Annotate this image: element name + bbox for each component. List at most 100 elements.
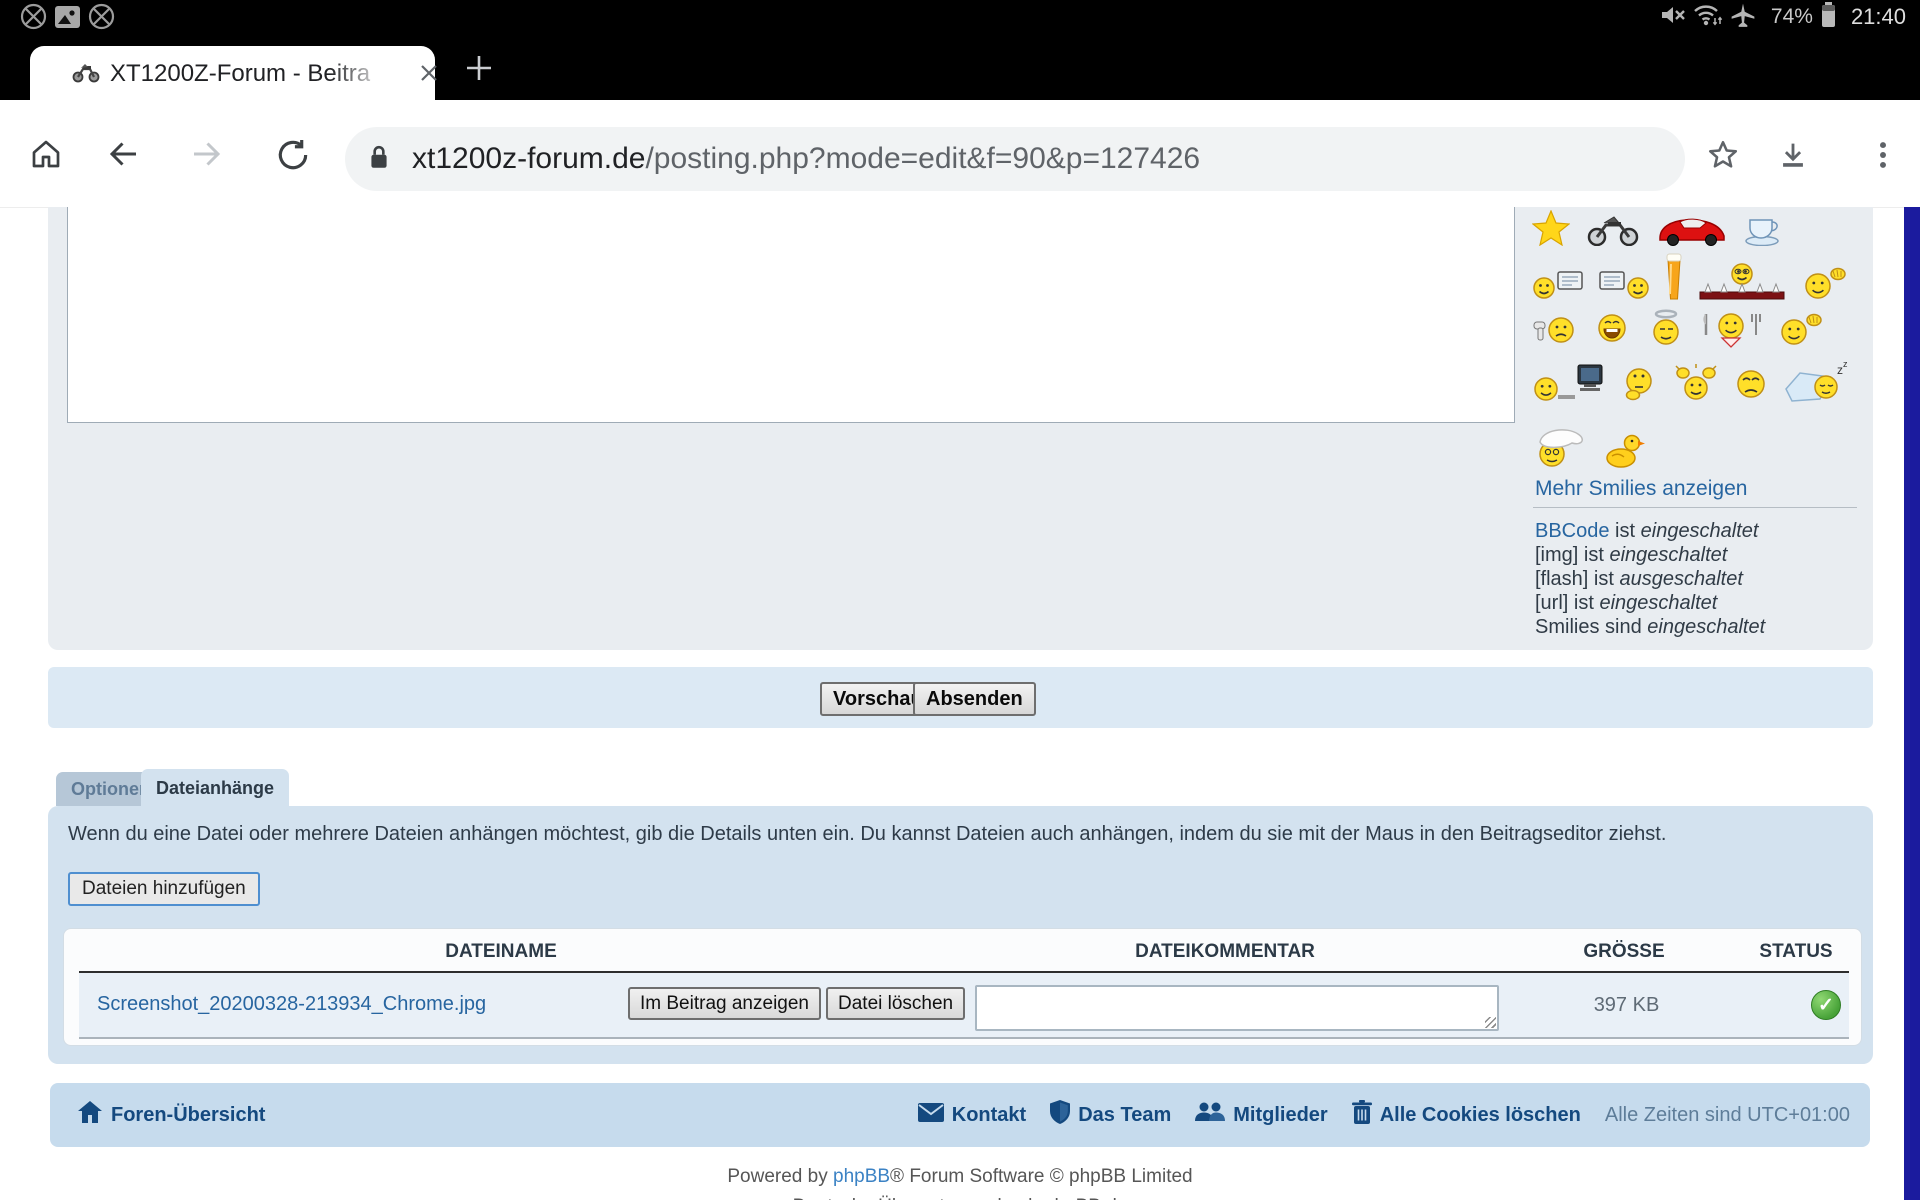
divider xyxy=(1533,507,1857,508)
forum-index-link[interactable]: Foren-Übersicht xyxy=(78,1083,265,1147)
status-ok-icon: ✓ xyxy=(1811,990,1841,1020)
attachment-row: Screenshot_20200328-213934_Chrome.jpg Im… xyxy=(79,973,1849,1039)
back-button-icon[interactable] xyxy=(106,136,142,177)
submit-button[interactable]: Absenden xyxy=(913,682,1036,716)
column-header-comment: DATEIKOMMENTAR xyxy=(1075,941,1375,963)
mute-icon xyxy=(1660,3,1686,32)
old-man-smiley-icon[interactable] xyxy=(1532,426,1590,473)
eating-smiley-icon[interactable] xyxy=(1700,308,1762,353)
status-bar-system-icons xyxy=(1660,2,1763,33)
smiley-row xyxy=(1532,252,1848,307)
column-header-size: GRÖSSE xyxy=(1554,941,1694,963)
grabbing-smiley-icon[interactable] xyxy=(1800,262,1848,307)
wifi-icon xyxy=(1693,3,1723,32)
forum-index-label: Foren-Übersicht xyxy=(111,1104,265,1127)
bbcode-status-line: Smilies sind eingeschaltet xyxy=(1535,615,1765,639)
delete-file-button[interactable]: Datei löschen xyxy=(826,987,965,1020)
attachments-intro-text: Wenn du eine Datei oder mehrere Dateien … xyxy=(68,823,1828,846)
footer-link-mitglieder[interactable]: Mitglieder xyxy=(1195,1101,1327,1129)
url-path: /posting.php?mode=edit&f=90&p=127426 xyxy=(645,142,1200,175)
airplane-mode-icon xyxy=(1730,2,1756,33)
browser-tab[interactable]: XT1200Z-Forum - Beitra xyxy=(30,46,435,100)
lock-icon[interactable] xyxy=(366,142,392,179)
forward-button-icon[interactable] xyxy=(188,136,224,177)
file-comment-wrap xyxy=(975,985,1499,1031)
download-icon[interactable] xyxy=(1776,138,1810,177)
home-icon xyxy=(78,1101,102,1129)
footer-link-kontakt[interactable]: Kontakt xyxy=(918,1103,1026,1128)
motorcycle-smiley-icon[interactable] xyxy=(1584,210,1642,251)
tab-close-icon[interactable] xyxy=(418,62,440,89)
menu-kebab-icon[interactable] xyxy=(1866,138,1900,177)
bbcode-status-line: [url] ist eingeschaltet xyxy=(1535,591,1765,615)
smiley-row xyxy=(1532,210,1782,251)
star-smiley-icon[interactable] xyxy=(1532,210,1570,251)
reload-button-icon[interactable] xyxy=(274,136,312,179)
footer-links: Kontakt Das Team Mitglieder Alle Cookies lö… xyxy=(918,1083,1850,1147)
new-tab-button[interactable] xyxy=(462,51,496,90)
envelope-icon xyxy=(918,1103,944,1128)
screenshot-image-icon xyxy=(54,5,81,34)
coffee-cup-smiley-icon[interactable] xyxy=(1742,214,1782,251)
status-bar-left-icons xyxy=(20,3,122,31)
smiley-row xyxy=(1532,308,1824,353)
url-text[interactable]: xt1200z-forum.de/posting.php?mode=edit&f… xyxy=(412,127,1200,191)
add-files-button[interactable]: Dateien hinzufügen xyxy=(68,872,260,906)
computer-smiley-icon[interactable] xyxy=(1532,361,1604,408)
message-textarea[interactable] xyxy=(67,207,1515,423)
show-in-post-button[interactable]: Im Beitrag anzeigen xyxy=(628,987,821,1020)
sports-car-smiley-icon[interactable] xyxy=(1656,214,1728,251)
android-status-bar: 74% 21:40 xyxy=(0,0,1920,33)
phpbb-link[interactable]: phpBB xyxy=(833,1166,890,1187)
svg-text:z: z xyxy=(1843,361,1848,369)
screen: 74% 21:40 XT1200Z-Forum - Beitra xyxy=(0,0,1920,1200)
sleeping-smiley-icon[interactable]: zz xyxy=(1784,361,1850,408)
translation-line-clipped: Deutsche Übersetzung durch phpBB.de xyxy=(0,1196,1920,1200)
thinking-smiley-icon[interactable] xyxy=(1618,363,1660,408)
bbcode-status-line: [flash] ist ausgeschaltet xyxy=(1535,567,1765,591)
shield-icon xyxy=(1050,1100,1070,1130)
battery-icon xyxy=(1821,2,1836,33)
tab-dateianhaenge[interactable]: Dateianhänge xyxy=(141,769,289,808)
more-smilies-link[interactable]: Mehr Smilies anzeigen xyxy=(1535,477,1747,501)
smiley-with-sign-icon[interactable] xyxy=(1532,266,1584,307)
footer-link-label: Mitglieder xyxy=(1233,1104,1327,1127)
laughing-smiley-icon[interactable] xyxy=(1592,308,1632,353)
trash-icon xyxy=(1352,1100,1372,1130)
file-size-label: 397 KB xyxy=(1554,994,1699,1017)
sign-with-smiley-icon[interactable] xyxy=(1598,266,1650,307)
battery-percent-label: 74% xyxy=(1771,5,1813,29)
angel-smiley-icon[interactable] xyxy=(1646,308,1686,353)
footer-link-label: Kontakt xyxy=(952,1104,1026,1127)
footer-link-das-team[interactable]: Das Team xyxy=(1050,1100,1171,1130)
powered-by-line: Powered by phpBB® Forum Software © phpBB… xyxy=(0,1166,1920,1188)
blocked-app-icon xyxy=(88,3,115,35)
footer-link-alle-cookies-l-schen[interactable]: Alle Cookies löschen xyxy=(1352,1100,1581,1130)
motorcycle-favicon xyxy=(72,60,100,89)
members-icon xyxy=(1195,1101,1225,1129)
url-domain: xt1200z-forum.de xyxy=(412,142,645,175)
timezone-label: Alle Zeiten sind UTC+01:00 xyxy=(1605,1104,1850,1127)
waving-smiley-icon[interactable] xyxy=(1776,308,1824,353)
bar-smiley-icon[interactable] xyxy=(1698,262,1786,307)
bbcode-status-line: BBCode ist eingeschaltet xyxy=(1535,519,1765,543)
home-button-icon[interactable] xyxy=(28,136,64,177)
powered-prefix: Powered by xyxy=(727,1166,833,1187)
footer-bar: Foren-Übersicht Kontakt Das Team Mitgliede… xyxy=(50,1083,1870,1147)
beer-smiley-icon[interactable] xyxy=(1664,252,1684,307)
bookmark-star-icon[interactable] xyxy=(1706,138,1740,177)
attachment-filename-link[interactable]: Screenshot_20200328-213934_Chrome.jpg xyxy=(97,993,486,1016)
blocked-app-icon xyxy=(20,3,47,35)
page-scrollbar[interactable] xyxy=(1904,207,1920,1200)
tired-smiley-icon[interactable] xyxy=(1732,365,1770,408)
tab-title-fade xyxy=(330,58,412,92)
duck-smiley-icon[interactable] xyxy=(1604,432,1646,473)
thumbs-down-smiley-icon[interactable] xyxy=(1532,312,1578,353)
status-bar-right: 74% 21:40 xyxy=(1660,3,1906,31)
powered-suffix: ® Forum Software © phpBB Limited xyxy=(890,1166,1193,1187)
resize-handle[interactable] xyxy=(1485,1017,1496,1028)
bbcode-faq-link[interactable]: BBCode xyxy=(1535,520,1610,542)
file-comment-input[interactable] xyxy=(975,985,1499,1031)
smiley-row xyxy=(1532,426,1646,473)
clapping-smiley-icon[interactable] xyxy=(1674,363,1718,408)
